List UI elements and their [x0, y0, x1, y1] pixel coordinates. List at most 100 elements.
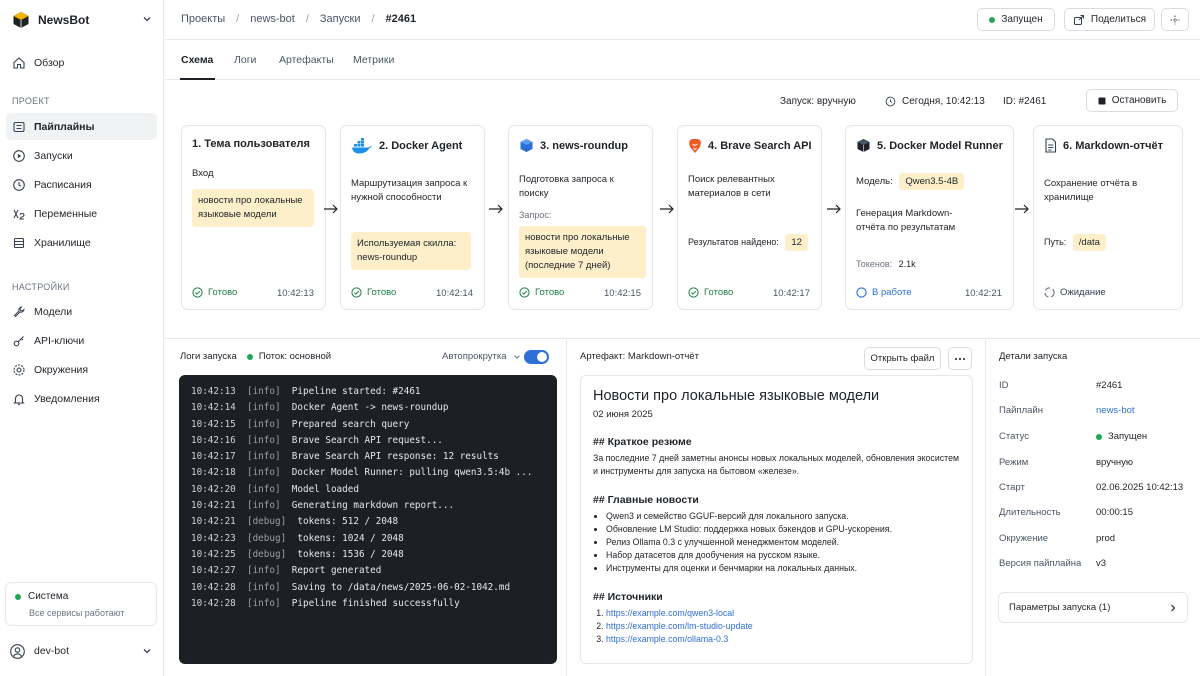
- step-title: 2. Docker Agent: [351, 138, 462, 154]
- step-card-3[interactable]: 3. news-roundup Подготовка запроса к пои…: [508, 125, 653, 310]
- step-status: В работе: [856, 287, 912, 298]
- divider: [566, 339, 567, 676]
- status-dot: [246, 353, 253, 360]
- user-menu[interactable]: dev-bot: [10, 641, 152, 661]
- details-pipeline-link[interactable]: news-bot: [1096, 405, 1135, 416]
- nav-models[interactable]: Модели: [6, 298, 157, 325]
- details-value-text: вручную: [1096, 457, 1134, 468]
- step-card-6[interactable]: 6. Markdown-отчёт Сохранение отчёта в хр…: [1033, 125, 1183, 310]
- doc-summary: За последние 7 дней заметны анонсы новых…: [593, 453, 960, 476]
- chevron-down-icon: [513, 353, 521, 361]
- run-status-label: Запущен: [1001, 14, 1043, 25]
- source-link[interactable]: https://example.com/lm-studio-update: [606, 621, 753, 631]
- run-status-button[interactable]: Запущен: [977, 8, 1055, 31]
- share-button[interactable]: Поделиться: [1064, 8, 1155, 31]
- nav-api-keys[interactable]: API-ключи: [6, 327, 157, 354]
- artifact-header: Артефакт: Markdown-отчёт: [580, 351, 699, 362]
- run-id: ID: #2461: [1003, 96, 1046, 107]
- storage-icon: [12, 236, 26, 250]
- details-label: ID: [999, 380, 1009, 391]
- step-title-text: 5. Docker Model Runner: [877, 139, 1003, 152]
- system-status-card[interactable]: Система Все сервисы работают: [5, 582, 157, 626]
- nav-variables[interactable]: Переменные: [6, 200, 157, 227]
- step-card-2[interactable]: 2. Docker Agent Маршрутизация запроса к …: [340, 125, 485, 310]
- status-dot: [15, 593, 21, 600]
- home-icon: [12, 56, 26, 70]
- step-card-1[interactable]: 1. Тема пользователя Вход новости про ло…: [181, 125, 326, 310]
- source-link[interactable]: https://example.com/ollama-0.3: [606, 634, 728, 644]
- nav-storage[interactable]: Хранилище: [6, 229, 157, 256]
- step-title-text: 1. Тема пользователя: [192, 138, 310, 150]
- more-button[interactable]: [948, 347, 972, 370]
- move-icon: [1169, 14, 1181, 26]
- variable-icon: [12, 207, 26, 221]
- step-card-5[interactable]: 5. Docker Model Runner Модель: Qwen3.5-4…: [845, 125, 1014, 310]
- key-icon: [12, 334, 26, 348]
- step-status: Готово: [192, 287, 237, 298]
- open-file-button[interactable]: Открыть файл: [864, 347, 941, 370]
- log-level: [info]: [246, 418, 281, 430]
- log-level: [info]: [246, 386, 281, 397]
- check-circle-icon: [688, 287, 699, 298]
- log-line: 10:42:21 [info] Generating markdown repo…: [191, 498, 545, 514]
- stop-button[interactable]: Остановить: [1086, 89, 1178, 112]
- step-path-row: Путь: /data: [1044, 234, 1106, 251]
- brand[interactable]: NewsBot: [12, 11, 89, 29]
- tab-schema[interactable]: Схема: [181, 54, 213, 66]
- details-label: Режим: [999, 457, 1029, 468]
- step-title: 1. Тема пользователя: [192, 138, 310, 150]
- log-message: Pipeline finished successfully: [291, 597, 460, 609]
- step-model-row: Модель: Qwen3.5-4B: [856, 173, 965, 190]
- log-time: 10:42:17: [191, 451, 236, 463]
- autoscroll-control[interactable]: Автопрокрутка: [442, 351, 521, 362]
- breadcrumb-project[interactable]: news-bot: [250, 13, 295, 25]
- log-message: Docker Agent -> news-roundup: [291, 402, 449, 414]
- step-status-text: Готово: [535, 287, 565, 298]
- log-message: tokens: 512 / 2048: [297, 516, 399, 528]
- breadcrumb-runs[interactable]: Запуски: [320, 13, 361, 25]
- nav-runs[interactable]: Запуски: [6, 142, 157, 169]
- log-time: 10:42:13: [191, 386, 236, 397]
- nav-pipelines[interactable]: Пайплайны: [6, 113, 157, 140]
- log-line: 10:42:28 [info] Saving to /data/news/202…: [191, 580, 545, 596]
- run-params-button[interactable]: Параметры запуска (1): [998, 592, 1188, 623]
- step-title-text: 3. news-roundup: [540, 139, 628, 152]
- share-icon: [1073, 14, 1085, 26]
- step-time: 10:42:17: [773, 288, 810, 299]
- source-link[interactable]: https://example.com/qwen3-local: [606, 608, 734, 618]
- open-file-label: Открыть файл: [870, 353, 935, 364]
- nav-environments[interactable]: Окружения: [6, 356, 157, 383]
- share-label: Поделиться: [1090, 14, 1147, 25]
- logo-icon: [12, 11, 30, 29]
- log-level: [info]: [246, 434, 281, 446]
- nav-notifications[interactable]: Уведомления: [6, 385, 157, 412]
- step-status: Ожидание: [1044, 287, 1106, 298]
- step-title-text: 6. Markdown-отчёт: [1063, 139, 1164, 152]
- nav-schedules[interactable]: Расписания: [6, 171, 157, 198]
- tab-logs[interactable]: Логи: [234, 54, 256, 66]
- nav-overview[interactable]: Обзор: [6, 49, 157, 76]
- check-circle-icon: [192, 287, 203, 298]
- details-label: Пайплайн: [999, 405, 1043, 416]
- log-message: tokens: 1536 / 2048: [297, 548, 404, 560]
- clock-icon: [885, 96, 896, 107]
- user-name: dev-bot: [34, 645, 70, 657]
- log-terminal[interactable]: 10:42:13 [info] Pipeline started: #2461 1…: [179, 375, 557, 664]
- layout-button[interactable]: [1161, 8, 1189, 31]
- autoscroll-toggle[interactable]: [524, 350, 549, 364]
- step-description: Поиск релевантных материалов в сети: [688, 174, 775, 199]
- step-card-4[interactable]: 4. Brave Search API Поиск релевантных ма…: [677, 125, 822, 310]
- log-level: [info]: [246, 500, 281, 512]
- logs-stream[interactable]: Поток: основной: [259, 351, 331, 362]
- active-tab-indicator: [180, 78, 215, 80]
- tab-artifacts[interactable]: Артефакты: [279, 54, 334, 66]
- breadcrumb-projects[interactable]: Проекты: [181, 13, 225, 25]
- nav-models-label: Модели: [34, 305, 73, 318]
- list-item: Релиз Ollama 0.3 с улучшенной менеджмент…: [606, 536, 960, 549]
- chevron-down-icon[interactable]: [142, 14, 152, 24]
- details-label: Окружение: [999, 533, 1049, 544]
- log-level: [info]: [246, 565, 281, 577]
- stop-icon: [1098, 97, 1106, 105]
- log-time: 10:42:20: [191, 483, 236, 495]
- tab-metrics[interactable]: Метрики: [353, 54, 394, 66]
